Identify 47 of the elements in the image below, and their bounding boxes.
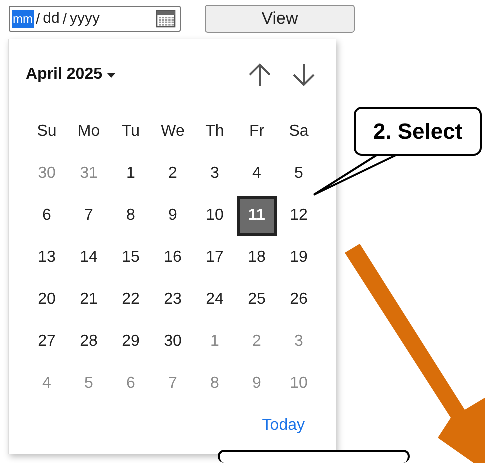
calendar-day[interactable]: 18 (248, 249, 266, 267)
weekday-label: We (161, 123, 185, 141)
date-separator: / (62, 10, 68, 28)
weekday-label: Sa (289, 123, 309, 141)
calendar-day[interactable]: 29 (122, 333, 140, 351)
calendar-day[interactable]: 3 (210, 165, 220, 183)
calendar-day[interactable]: 17 (206, 249, 224, 267)
month-dropdown[interactable]: April 2025 (26, 66, 116, 84)
calendar-day[interactable]: 20 (38, 291, 56, 309)
calendar-day[interactable]: 23 (164, 291, 182, 309)
calendar-day[interactable]: 26 (290, 291, 308, 309)
calendar-day[interactable]: 12 (290, 207, 308, 225)
calendar-day[interactable]: 10 (206, 207, 224, 225)
date-input[interactable]: mm / dd / yyyy (9, 6, 181, 32)
today-button[interactable]: Today (262, 417, 305, 435)
calendar-day[interactable]: 25 (248, 291, 266, 309)
date-segment[interactable]: dd (42, 10, 61, 28)
calendar-day[interactable]: 24 (206, 291, 224, 309)
calendar-day[interactable]: 6 (42, 207, 52, 225)
weekday-label: Th (206, 123, 224, 141)
calendar-day[interactable]: 8 (126, 207, 136, 225)
calendar-day[interactable]: 1 (126, 165, 136, 183)
calendar-day[interactable]: 28 (80, 333, 98, 351)
calendar-day[interactable]: 16 (164, 249, 182, 267)
calendar-day[interactable]: 7 (84, 207, 94, 225)
calendar-day[interactable]: 19 (290, 249, 308, 267)
weekday-label: Fr (249, 123, 265, 141)
weekday-label: Mo (78, 123, 100, 141)
calendar-day[interactable]: 4 (252, 165, 262, 183)
date-segment[interactable]: yyyy (69, 10, 102, 28)
date-segment[interactable]: mm (12, 10, 34, 28)
calendar-day[interactable]: 13 (38, 249, 56, 267)
calendar-day[interactable]: 30 (164, 333, 182, 351)
calendar-day[interactable]: 22 (122, 291, 140, 309)
calendar-day[interactable]: 9 (168, 207, 178, 225)
view-button[interactable]: View (205, 5, 355, 33)
callout-label: 2. Select (354, 107, 482, 156)
calendar-day[interactable]: 21 (80, 291, 98, 309)
date-separator: / (35, 10, 42, 28)
calendar-day[interactable]: 27 (38, 333, 56, 351)
calendar-day[interactable]: 2 (168, 165, 178, 183)
calendar-day[interactable]: 11 (237, 196, 277, 236)
weekday-label: Su (37, 123, 57, 141)
calendar-day[interactable]: 5 (294, 165, 304, 183)
calendar-day[interactable]: 14 (80, 249, 98, 267)
weekday-label: Tu (122, 123, 140, 141)
calendar-day[interactable]: 15 (122, 249, 140, 267)
